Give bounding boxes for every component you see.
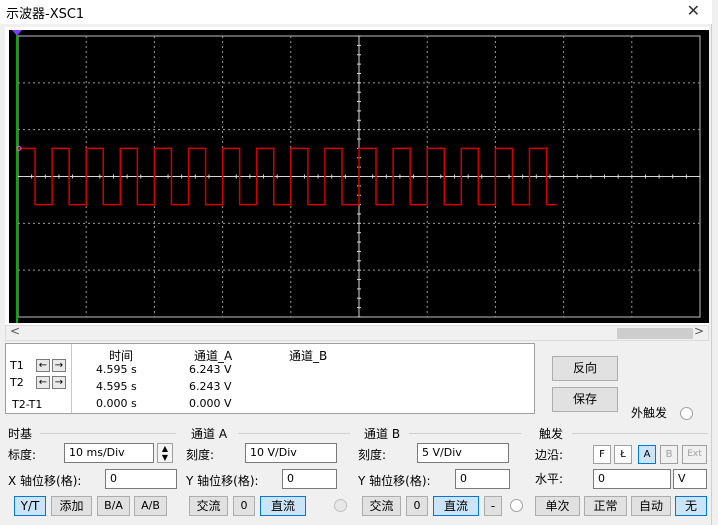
timebase-scale-label: 标度: [8,448,37,462]
add-button[interactable]: 添加 [51,496,92,516]
t1-right-arrow-icon[interactable]: → [52,359,66,372]
timebase-scale-input[interactable]: 10 ms/Div [64,443,154,463]
horizontal-scrollbar[interactable]: < > [5,324,709,341]
channel-b-dc-button[interactable]: 直流 [433,496,479,516]
t2-label: T2 [10,376,24,389]
x-position-label: X 轴位移(格): [8,474,82,488]
header-channel-b: 通道_B [289,349,328,363]
trigger-marker-icon [12,30,22,36]
channel-b-scale-input[interactable]: 5 V/Div [417,443,509,463]
channel-b-ypos-input[interactable]: 0 [455,469,510,489]
channel-b-scale-label: 刻度: [358,448,387,462]
scope-display[interactable] [9,30,709,323]
close-icon[interactable]: ✕ [687,1,700,20]
trigger-level-unit[interactable]: V [673,469,707,489]
t1-label: T1 [10,359,24,372]
channel-a-ypos-input[interactable]: 0 [282,469,337,489]
channel-a-scale-label: 刻度: [186,448,215,462]
readout-separator [71,344,72,413]
channel-a-radio[interactable] [334,499,347,512]
falling-edge-button[interactable]: Ł [614,445,632,464]
timebase-title: 时基 [8,427,33,441]
reverse-button[interactable]: 反向 [552,356,618,381]
channel-b-minus-button[interactable]: - [484,496,502,516]
trigger-source-b-button[interactable]: B [660,445,678,464]
window-title: 示波器-XSC1 [6,7,85,22]
rising-edge-button[interactable]: F [593,445,611,464]
trigger-normal-button[interactable]: 正常 [584,496,627,516]
save-button[interactable]: 保存 [552,387,618,412]
ext-trigger-label: 外触发 [631,406,668,420]
trigger-edge-label: 边沿: [535,448,564,462]
title-bar: 示波器-XSC1 ✕ [0,0,712,24]
channel-a-ypos-label: Y 轴位移(格): [186,474,259,488]
timebase-spinner[interactable]: ▲ ▼ [157,443,173,463]
trigger-level-input[interactable]: 0 [593,469,671,489]
oscilloscope-window: 示波器-XSC1 ✕ < > T1 ← → T2 ← → T2-T1 时间 通道… [0,0,712,525]
x-position-input[interactable]: 0 [105,469,177,489]
scroll-left-icon[interactable]: < [10,324,20,338]
channel-b-radio[interactable] [510,499,523,512]
t1-left-arrow-icon[interactable]: ← [36,359,50,372]
t2-t1-time: 0.000 s [96,397,137,410]
t2-time: 4.595 s [96,380,137,393]
header-time: 时间 [109,349,134,363]
ab-button[interactable]: A/B [134,496,167,516]
t2-left-arrow-icon[interactable]: ← [36,376,50,389]
trigger-title: 触发 [539,427,564,441]
t1-time: 4.595 s [96,363,137,376]
scroll-thumb[interactable] [617,328,693,339]
t2-cha: 6.243 V [189,380,232,393]
t2-t1-cha: 0.000 V [189,397,232,410]
channel-b-title: 通道 B [364,427,401,441]
channel-b-divider [409,433,521,434]
trigger-source-a-button[interactable]: A [638,445,656,464]
channel-a-zero-button[interactable]: 0 [233,496,255,516]
ext-trigger-radio[interactable] [680,407,693,420]
trigger-auto-button[interactable]: 自动 [631,496,671,516]
timebase-divider [40,433,176,434]
channel-a-scale-input[interactable]: 10 V/Div [245,443,337,463]
yt-button[interactable]: Y/T [14,496,46,516]
channel-a-dc-button[interactable]: 直流 [260,496,306,516]
t2-t1-label: T2-T1 [12,398,43,411]
ba-button[interactable]: B/A [97,496,130,516]
channel-b-zero-button[interactable]: 0 [406,496,428,516]
channel-b-ac-button[interactable]: 交流 [362,496,401,516]
channel-a-title: 通道 A [191,427,228,441]
channel-b-ypos-label: Y 轴位移(格): [358,474,431,488]
trigger-single-button[interactable]: 单次 [535,496,580,516]
trigger-level-label: 水平: [535,472,564,486]
trigger-source-ext-button[interactable]: Ext [682,445,707,464]
channel-a-divider [238,433,350,434]
channel-a-ac-button[interactable]: 交流 [189,496,228,516]
scroll-right-icon[interactable]: > [694,324,704,338]
trigger-divider [572,433,708,434]
cursor-readout: T1 ← → T2 ← → T2-T1 时间 通道_A 通道_B 4.595 s… [5,343,535,414]
t2-right-arrow-icon[interactable]: → [52,376,66,389]
t1-cha: 6.243 V [189,363,232,376]
trigger-none-button[interactable]: 无 [675,496,707,516]
header-channel-a: 通道_A [194,349,233,363]
scope-plot [12,30,701,323]
